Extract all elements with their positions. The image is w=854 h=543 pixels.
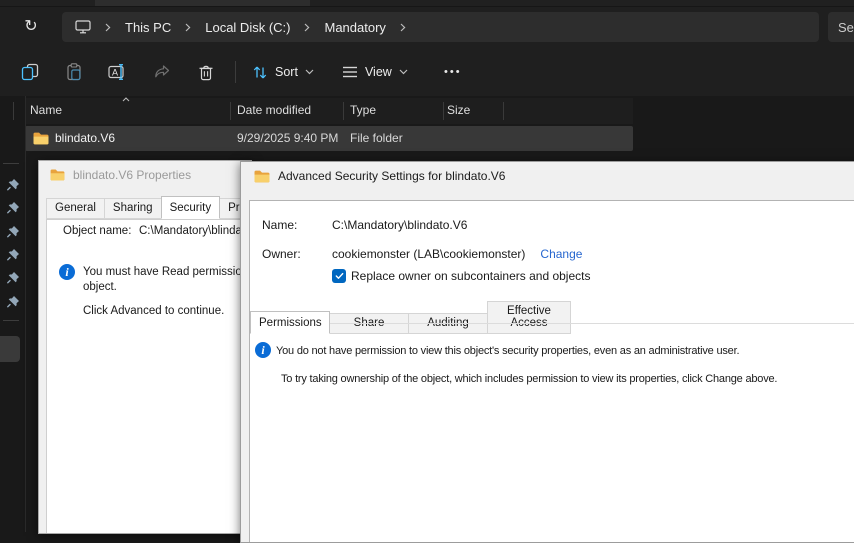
replace-owner-checkbox[interactable] xyxy=(332,269,346,283)
column-header-size[interactable]: Size xyxy=(447,103,470,117)
navigation-bar: ↻ This PC Local Disk (C:) Mandatory Sea xyxy=(0,7,854,47)
file-type: File folder xyxy=(350,131,403,145)
folder-icon xyxy=(50,169,65,181)
toolbar-divider xyxy=(235,61,236,83)
owner-value: cookiemonster (LAB\cookiemonster) xyxy=(332,247,525,261)
share-icon xyxy=(153,63,171,80)
properties-tab-strip: General Sharing Security Previous xyxy=(46,198,252,219)
pin-icon[interactable] xyxy=(5,224,21,240)
pin-icon[interactable] xyxy=(5,177,21,193)
see-more-icon: ••• xyxy=(444,66,462,78)
svg-text:A: A xyxy=(112,67,118,77)
advanced-security-dialog: Advanced Security Settings for blindato.… xyxy=(240,161,854,543)
sort-label: Sort xyxy=(275,65,298,79)
owner-label: Owner: xyxy=(262,247,301,261)
advanced-dialog-titlebar: Advanced Security Settings for blindato.… xyxy=(241,162,854,187)
column-resize-handle[interactable] xyxy=(343,102,344,120)
column-header-date-modified[interactable]: Date modified xyxy=(237,103,311,117)
refresh-icon: ↻ xyxy=(24,16,37,36)
copy-button[interactable] xyxy=(8,54,52,90)
permissions-warning-line2: object. xyxy=(83,281,117,293)
divider xyxy=(3,320,19,321)
search-text: Sea xyxy=(838,20,854,35)
file-date-modified: 9/29/2025 9:40 PM xyxy=(237,131,338,145)
name-label: Name: xyxy=(262,218,297,232)
rename-icon: A xyxy=(108,63,128,81)
paste-button[interactable] xyxy=(52,54,96,90)
copy-icon xyxy=(21,63,39,81)
view-icon xyxy=(342,65,358,79)
no-permission-text: You do not have permission to view this … xyxy=(276,345,739,357)
file-row-blindato-v6[interactable]: blindato.V6 9/29/2025 9:40 PM File folde… xyxy=(25,126,633,151)
object-name-value: C:\Mandatory\blindat xyxy=(139,225,245,237)
folder-icon xyxy=(254,170,270,183)
column-resize-handle[interactable] xyxy=(230,102,231,120)
change-owner-link[interactable]: Change xyxy=(540,247,582,261)
tab-general[interactable]: General xyxy=(46,198,105,219)
properties-dialog: blindato.V6 Properties General Sharing S… xyxy=(38,160,252,534)
sort-icon xyxy=(252,64,268,80)
chevron-right-icon[interactable] xyxy=(304,23,310,32)
divider xyxy=(3,163,19,164)
sidebar-divider xyxy=(25,96,26,532)
sidebar-selected-item[interactable] xyxy=(0,336,20,362)
column-header-name[interactable]: Name xyxy=(30,103,62,117)
delete-icon xyxy=(197,63,215,81)
view-label: View xyxy=(365,65,392,79)
folder-icon xyxy=(33,132,49,145)
info-icon: i xyxy=(255,342,271,358)
info-icon: i xyxy=(59,264,75,280)
share-button[interactable] xyxy=(140,54,184,90)
name-value: C:\Mandatory\blindato.V6 xyxy=(332,218,467,232)
view-dropdown[interactable]: View xyxy=(333,54,417,90)
tab-security[interactable]: Security xyxy=(161,196,221,219)
take-ownership-text: To try taking ownership of the object, w… xyxy=(281,373,777,385)
owner-row: cookiemonster (LAB\cookiemonster) Change xyxy=(332,247,582,261)
pin-icon[interactable] xyxy=(5,200,21,216)
chevron-down-icon xyxy=(305,69,314,75)
advanced-hint-text: Click Advanced to continue. xyxy=(83,305,224,317)
tab-permissions[interactable]: Permissions xyxy=(250,311,330,334)
search-box[interactable]: Sea xyxy=(828,12,854,42)
replace-owner-label: Replace owner on subcontainers and objec… xyxy=(351,269,590,283)
sort-ascending-icon xyxy=(122,97,130,102)
pin-icon[interactable] xyxy=(5,247,21,263)
properties-dialog-title: blindato.V6 Properties xyxy=(73,168,191,182)
this-pc-icon xyxy=(75,20,91,34)
tab-page-border xyxy=(250,323,854,324)
sort-dropdown[interactable]: Sort xyxy=(243,54,323,90)
paste-icon xyxy=(65,63,83,81)
column-header-band xyxy=(25,98,633,124)
column-resize-handle[interactable] xyxy=(503,102,504,120)
breadcrumb: This PC Local Disk (C:) Mandatory xyxy=(62,12,819,42)
advanced-dialog-panel: Name: C:\Mandatory\blindato.V6 Owner: co… xyxy=(249,200,854,543)
breadcrumb-item-local-disk-c[interactable]: Local Disk (C:) xyxy=(205,20,290,35)
advanced-dialog-title: Advanced Security Settings for blindato.… xyxy=(278,169,505,183)
advanced-tab-strip: Permissions Share Auditing Effective Acc… xyxy=(250,301,570,334)
chevron-right-icon[interactable] xyxy=(105,23,111,32)
breadcrumb-item-this-pc[interactable]: This PC xyxy=(125,20,171,35)
column-resize-handle[interactable] xyxy=(13,102,14,120)
check-icon xyxy=(335,272,344,280)
tab-effective-access[interactable]: Effective Access xyxy=(487,301,571,334)
breadcrumb-item-mandatory[interactable]: Mandatory xyxy=(324,20,385,35)
column-header-type[interactable]: Type xyxy=(350,103,376,117)
pin-icon[interactable] xyxy=(5,294,21,310)
object-name-label: Object name: xyxy=(63,225,131,237)
file-name: blindato.V6 xyxy=(55,131,115,145)
chevron-right-icon[interactable] xyxy=(185,23,191,32)
rename-button[interactable]: A xyxy=(96,54,140,90)
see-more-button[interactable]: ••• xyxy=(431,54,475,90)
chevron-down-icon xyxy=(399,69,408,75)
permissions-warning-line1: You must have Read permissions xyxy=(83,266,252,278)
properties-dialog-titlebar: blindato.V6 Properties xyxy=(39,161,251,186)
delete-button[interactable] xyxy=(184,54,228,90)
chevron-right-icon[interactable] xyxy=(400,23,406,32)
tab-sharing[interactable]: Sharing xyxy=(104,198,162,219)
refresh-button[interactable]: ↻ xyxy=(16,11,46,41)
pin-icon[interactable] xyxy=(5,270,21,286)
command-bar: A Sort xyxy=(0,47,854,96)
column-resize-handle[interactable] xyxy=(443,102,444,120)
